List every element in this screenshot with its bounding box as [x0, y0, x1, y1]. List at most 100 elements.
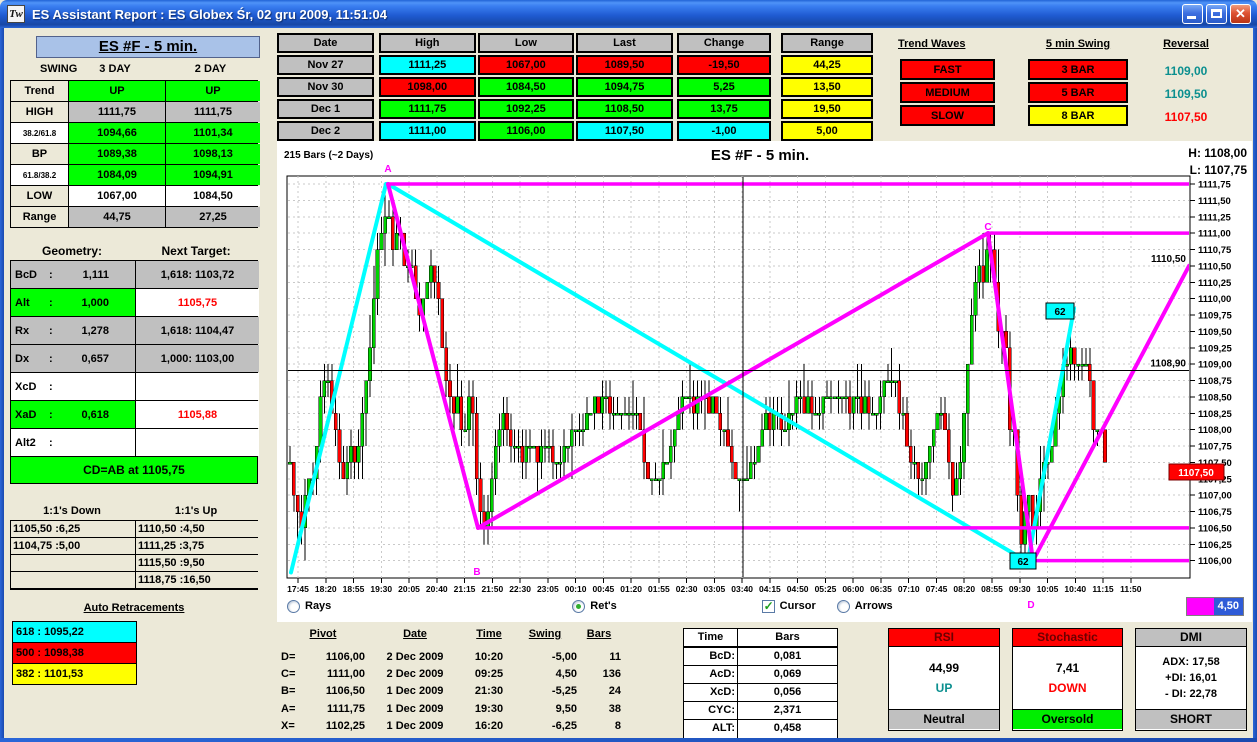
- swing-value: 1111,75: [166, 102, 260, 122]
- last-cell: 1108,50: [576, 99, 673, 119]
- svg-text:1109,25: 1109,25: [1198, 343, 1233, 354]
- svg-text:01:20: 01:20: [620, 584, 642, 594]
- chart-controls-row: Rays Ret's Arrows Cursor: [283, 597, 1223, 615]
- one2one-down-value: [11, 572, 135, 588]
- date-header: Date: [277, 33, 374, 53]
- retracement-row: 618 : 1095,22: [13, 622, 136, 642]
- pivot-row: X= 1102,25 1 Dec 2009 16:20 -6,25 8: [281, 720, 621, 733]
- radio-option-rets[interactable]: Ret's: [572, 599, 617, 613]
- svg-text:1108,50: 1108,50: [1198, 392, 1232, 403]
- svg-text:1106,75: 1106,75: [1198, 507, 1233, 518]
- one2one-row: 1118,75 :16,50: [11, 572, 259, 588]
- swing-row-label: LOW: [11, 186, 68, 206]
- radio-option-arrows[interactable]: Arrows: [836, 599, 893, 613]
- geometry-target-cell: 1105,75: [136, 289, 259, 316]
- reversal-values: 1109,00 1109,50 1107,50: [1148, 59, 1224, 128]
- radio-option-rays[interactable]: Rays: [287, 599, 331, 613]
- maximize-icon: [1211, 9, 1222, 18]
- reversal-title: Reversal: [1163, 38, 1209, 50]
- svg-text:1106,50: 1106,50: [1198, 523, 1232, 534]
- auto-retracements-table: 618 : 1095,22 500 : 1098,38 382 : 1101,53: [12, 621, 137, 685]
- svg-text:03:40: 03:40: [731, 584, 753, 594]
- svg-text:11:15: 11:15: [1092, 584, 1114, 594]
- retracement-row: 382 : 1101,53: [13, 664, 136, 684]
- last-cell: 1094,75: [576, 77, 673, 97]
- svg-text:62: 62: [1017, 557, 1029, 568]
- dmi-panel: DMI ADX: 17,58 +DI: 16,01 - DI: 22,78 SH…: [1135, 628, 1247, 731]
- date-cell: Nov 27: [277, 55, 374, 75]
- one2one-down-title: 1:1's Down: [43, 505, 101, 517]
- svg-text:11:50: 11:50: [1120, 584, 1142, 594]
- geometry-row: XcD:: [11, 373, 259, 400]
- swing-range-value: 4,50: [1213, 598, 1243, 615]
- svg-text:22:30: 22:30: [509, 584, 531, 594]
- high-cell: 1111,75: [379, 99, 476, 119]
- svg-text:1107,50: 1107,50: [1178, 468, 1214, 479]
- cursor-checkbox[interactable]: Cursor: [761, 599, 816, 613]
- swing-value: UP: [69, 81, 165, 101]
- geometry-ratio-cell: Alt2:: [11, 429, 135, 456]
- swing-row: LOW 1067,00 1084,50: [11, 186, 260, 206]
- one2one-up-value: 1110,50 :4,50: [136, 521, 259, 537]
- auto-retracements-title: Auto Retracements: [83, 602, 185, 614]
- swing-row: 61.8/38.2 1084,09 1094,91: [11, 165, 260, 185]
- time-bars-box: Time Bars BcD: 0,081 AcD: 0,069 XcD: 0,056 CYC: 2…: [683, 628, 838, 739]
- app-icon: Tw: [7, 5, 25, 23]
- date-cell: Dec 2: [277, 121, 374, 141]
- geometry-row: Dx:0,657 1,000: 1103,00: [11, 345, 259, 372]
- change-cell: 5,25: [677, 77, 771, 97]
- geometry-ratio-cell: Dx:0,657: [11, 345, 135, 372]
- window-border-right: [1253, 28, 1257, 738]
- svg-text:1110,00: 1110,00: [1198, 294, 1231, 305]
- one2one-down-value: 1104,75 :5,00: [11, 538, 135, 554]
- minimize-icon: [1187, 16, 1196, 19]
- svg-text:06:00: 06:00: [842, 584, 864, 594]
- swing-value: 1094,91: [166, 165, 260, 185]
- svg-text:23:05: 23:05: [537, 584, 559, 594]
- swing-row: BP 1089,38 1098,13: [11, 144, 260, 164]
- swing5-title: 5 min Swing: [1045, 38, 1111, 50]
- svg-text:05:25: 05:25: [815, 584, 837, 594]
- swing-value: 1067,00: [69, 186, 165, 206]
- col-header: Low: [477, 33, 575, 53]
- geometry-ratio-cell: BcD:1,111: [11, 261, 135, 288]
- svg-text:1109,00: 1109,00: [1198, 360, 1232, 371]
- maximize-button[interactable]: [1206, 4, 1227, 24]
- stochastic-title: Stochastic: [1013, 629, 1122, 647]
- radio-label: Arrows: [854, 600, 893, 612]
- one2one-row: 1105,50 :6,25 1110,50 :4,50: [11, 521, 259, 537]
- svg-text:03:05: 03:05: [704, 584, 726, 594]
- stochastic-value: 7,41: [1055, 661, 1080, 675]
- change-cell: -1,00: [677, 121, 771, 141]
- svg-text:62: 62: [1054, 307, 1066, 318]
- timebars-header: Time Bars: [684, 629, 837, 648]
- change-cell: 13,75: [677, 99, 771, 119]
- close-button[interactable]: ✕: [1230, 4, 1251, 24]
- svg-text:A: A: [384, 164, 391, 175]
- svg-text:00:45: 00:45: [592, 584, 614, 594]
- date-cell: Nov 30: [277, 77, 374, 97]
- pivot-row: B= 1106,50 1 Dec 2009 21:30 -5,25 24: [281, 685, 621, 698]
- chart-panel[interactable]: 215 Bars (~2 Days) ES #F - 5 min. H: 1108,…: [277, 141, 1252, 622]
- minimize-button[interactable]: [1182, 4, 1203, 24]
- trend-waves-title: Trend Waves: [898, 38, 966, 50]
- rsi-direction: UP: [935, 681, 953, 695]
- svg-text:1111,00: 1111,00: [1198, 229, 1231, 240]
- swing-row-label: Trend: [11, 81, 68, 101]
- range-table: Range 44,25 13,50 19,50 5,00: [781, 33, 873, 143]
- svg-text:08:20: 08:20: [953, 584, 975, 594]
- titlebar[interactable]: Tw ES Assistant Report : ES Globex Śr, 0…: [0, 0, 1257, 28]
- svg-text:1111,50: 1111,50: [1198, 196, 1231, 207]
- price-chart[interactable]: 215 Bars (~2 Days) ES #F - 5 min. H: 1108,…: [277, 141, 1252, 622]
- svg-text:C: C: [984, 222, 991, 233]
- svg-text:1110,25: 1110,25: [1198, 278, 1232, 289]
- svg-text:19:30: 19:30: [370, 584, 392, 594]
- swing-value: UP: [166, 81, 260, 101]
- date-cell: Dec 1: [277, 99, 374, 119]
- svg-text:1106,25: 1106,25: [1198, 540, 1233, 551]
- date-table: Date Nov 27 Nov 30 Dec 1 Dec 2: [277, 33, 374, 143]
- col-header: Last: [576, 33, 673, 53]
- window-border-bottom: [0, 738, 1257, 742]
- timebars-row: XcD: 0,056: [684, 684, 837, 702]
- swing-row-label: 61.8/38.2: [11, 165, 68, 185]
